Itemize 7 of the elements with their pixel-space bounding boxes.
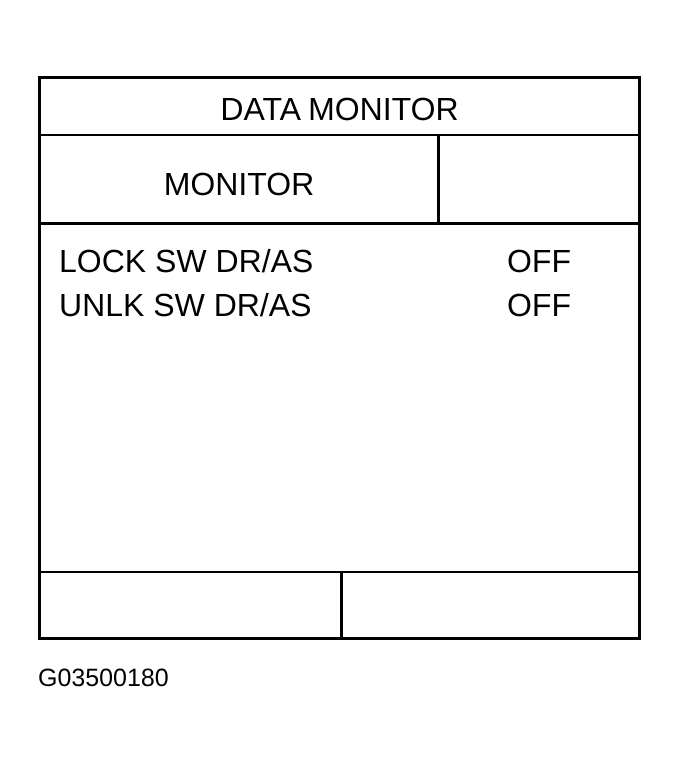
- item-value: OFF: [507, 242, 571, 281]
- column-header: MONITOR: [164, 168, 314, 200]
- screen-title: DATA MONITOR: [220, 92, 459, 124]
- item-label: LOCK SW DR/AS: [59, 242, 314, 281]
- item-value: OFF: [507, 286, 571, 325]
- item-label: UNLK SW DR/AS: [59, 286, 312, 325]
- figure-code: G03500180: [38, 666, 170, 691]
